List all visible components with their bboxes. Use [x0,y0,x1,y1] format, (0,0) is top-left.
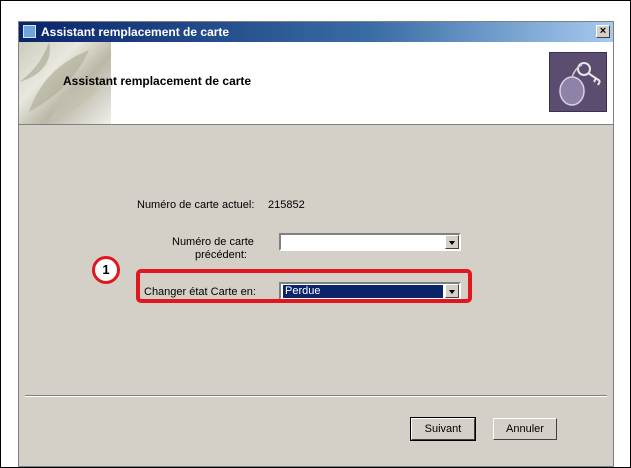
wizard-header: Assistant remplacement de carte [19,42,613,125]
chevron-down-icon[interactable] [445,235,459,249]
previous-card-label: Numéro de carte [172,236,254,248]
wizard-dialog: Assistant remplacement de carte × Assist… [18,21,614,467]
separator [25,395,607,397]
cancel-button[interactable]: Annuler [493,418,557,440]
highlight-box [136,269,472,303]
next-button[interactable]: Suivant [410,417,476,441]
app-icon [23,25,36,38]
current-card-value: 215852 [268,199,305,211]
close-button[interactable]: × [596,25,610,38]
window-title: Assistant remplacement de carte [41,25,230,39]
previous-card-label-line2: précédent: [195,249,247,261]
keys-icon [549,52,607,112]
previous-card-select[interactable] [279,233,461,251]
header-title: Assistant remplacement de carte [63,74,252,88]
screenshot-frame: Assistant remplacement de carte × Assist… [0,0,631,468]
current-card-label: Numéro de carte actuel: [137,199,255,211]
step-number-badge: 1 [92,256,120,284]
title-bar: Assistant remplacement de carte × [19,22,613,42]
